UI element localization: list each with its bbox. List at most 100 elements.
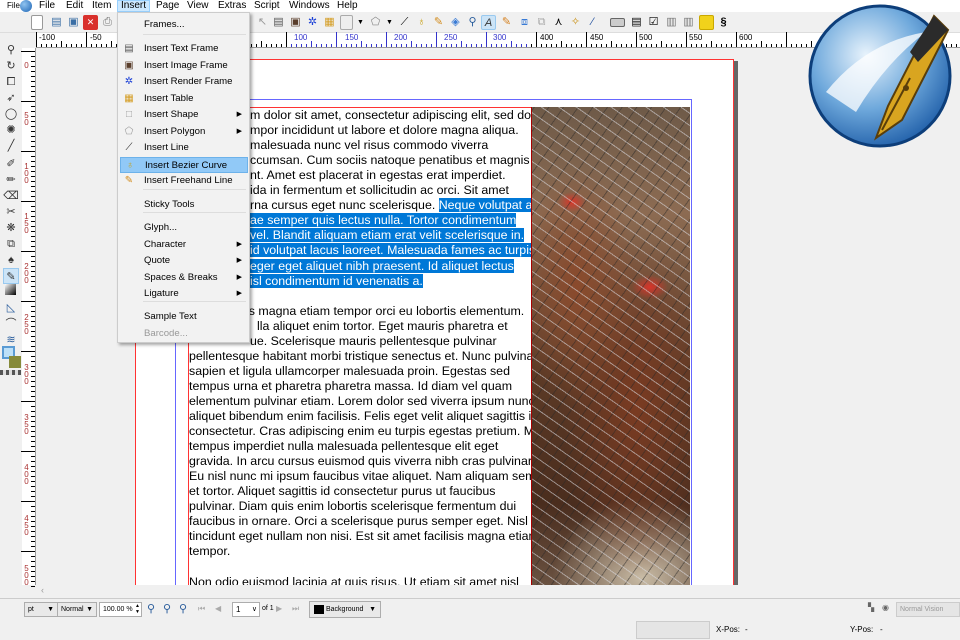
next-page-icon[interactable]: ▶ <box>276 603 282 615</box>
zoom-out-icon[interactable]: ⚲ <box>147 603 155 615</box>
menu-item-spaces-breaks[interactable]: Spaces & Breaks ▶ <box>120 270 248 286</box>
menu-edit[interactable]: Edit <box>63 0 86 12</box>
menu-item-insert-table[interactable]: ▦ Insert Table <box>120 91 248 107</box>
transparency-swatch[interactable] <box>0 370 21 375</box>
menu-insert[interactable]: Insert <box>117 0 150 12</box>
selected-text-run[interactable]: isl condimentum id venenatis a. <box>250 273 423 288</box>
rotate-tool-icon[interactable]: ◈ <box>448 15 463 30</box>
menu-item-ligature[interactable]: Ligature ▶ <box>120 286 248 302</box>
arc-icon[interactable]: ⌒ <box>3 316 19 332</box>
menu-item-insert-text-frame[interactable]: ▤ Insert Text Frame <box>120 41 248 57</box>
rotate-icon[interactable]: ↻ <box>3 58 19 74</box>
calligraphy-icon[interactable]: ✐ <box>3 156 19 172</box>
select-icon[interactable]: ↖ <box>255 15 270 30</box>
chicken-image-frame[interactable] <box>531 107 690 585</box>
zoom-icon[interactable]: ⚲ <box>3 42 19 58</box>
shape-tool-icon[interactable] <box>340 15 353 30</box>
menu-extras[interactable]: Extras <box>215 0 249 12</box>
spiral-icon[interactable]: ✺ <box>3 122 19 138</box>
zoom-input[interactable]: 100.00 % ▲ ▼ <box>99 602 142 617</box>
render-frame-tool-icon[interactable]: ✲ <box>305 15 320 30</box>
shape-dropdown-icon[interactable]: ▼ <box>353 15 368 30</box>
link-frames-icon[interactable]: ⧈ <box>517 15 532 30</box>
freehand-tool-icon[interactable]: ✎ <box>431 15 446 30</box>
menu-item-insert-image-frame[interactable]: ▣ Insert Image Frame <box>120 58 248 74</box>
pen-icon[interactable]: ╱ <box>3 138 19 154</box>
selected-text-run[interactable]: vel. Blandit aliquam etiam erat velit sc… <box>250 228 525 243</box>
bezier-tool-icon[interactable]: ♁ <box>414 15 429 30</box>
menu-help[interactable]: Help <box>334 0 361 12</box>
menu-item[interactable]: Item <box>89 0 114 12</box>
menu-item-sticky-tools[interactable]: Sticky Tools <box>120 197 248 213</box>
pdf-list-box-icon[interactable]: ▥ <box>681 15 696 30</box>
pdf-combo-box-icon[interactable]: ▥ <box>664 15 679 30</box>
menu-windows[interactable]: Windows <box>286 0 333 12</box>
selected-text-run[interactable]: eger eget aliquet nibh praesent. Id aliq… <box>250 258 514 273</box>
menu-file[interactable]: File <box>36 0 58 12</box>
zoom-100-icon[interactable]: ⚲ <box>163 603 171 615</box>
menu-item-glyph[interactable]: Glyph... <box>120 220 248 236</box>
zoom-in-icon[interactable]: ⚲ <box>179 603 187 615</box>
preview-mode-select[interactable]: Normal ▼ <box>57 602 97 617</box>
gradient-icon[interactable] <box>5 284 16 295</box>
first-page-icon[interactable]: ⏮ <box>198 603 205 615</box>
menu-view[interactable]: View <box>184 0 212 12</box>
layer-select[interactable]: Background ▼ <box>309 601 381 618</box>
zoom-tool-icon[interactable]: ⚲ <box>465 15 480 30</box>
scissors-icon[interactable]: ✂ <box>3 204 19 220</box>
menu-item-quote[interactable]: Quote ▶ <box>120 253 248 269</box>
selected-text-run[interactable]: Neque volutpat ac <box>438 198 539 213</box>
menu-page[interactable]: Page <box>153 0 182 12</box>
unit-select[interactable]: pt ▼ <box>24 602 58 617</box>
menu-item-sample-text[interactable]: Sample Text <box>120 309 248 325</box>
eyedropper-icon[interactable]: ⁄ <box>585 15 600 30</box>
blur-icon[interactable]: ❋ <box>3 220 19 236</box>
crop-icon[interactable]: ⧠ <box>3 74 19 90</box>
node-edit-icon[interactable]: ➶ <box>3 90 19 106</box>
close-document-icon[interactable]: ✕ <box>83 15 98 30</box>
frames-icon[interactable]: ⧉ <box>3 236 19 252</box>
previous-page-icon[interactable]: ◀ <box>215 603 221 615</box>
pdf-checkbox-icon[interactable]: ☑ <box>646 15 661 30</box>
link-annotation-icon[interactable]: § <box>716 15 731 30</box>
selected-text-run[interactable]: id volutpat lacus laoreet. Malesuada fam… <box>250 243 536 258</box>
vision-icon[interactable]: ◉ <box>882 602 889 614</box>
menu-item-frames[interactable]: Frames... <box>120 17 248 33</box>
lasso-icon[interactable]: ◯ <box>3 106 19 122</box>
fill-icon[interactable]: ♠ <box>3 252 19 268</box>
vertical-ruler[interactable]: 0 50 100 150 200 250 300 350 400 450 500 <box>21 48 36 587</box>
text-annotation-icon[interactable] <box>699 15 714 30</box>
image-frame-tool-icon[interactable]: ▣ <box>288 15 303 30</box>
selected-text-run[interactable]: ae semper quis lectus nulla. Tortor cond… <box>250 213 517 228</box>
vision-select[interactable]: Normal Vision <box>896 602 960 617</box>
color-management-icon[interactable]: ▚ <box>868 602 874 614</box>
menu-item-insert-render-frame[interactable]: ✲ Insert Render Frame <box>120 74 248 90</box>
page-select[interactable]: 1 ∨ <box>232 602 260 617</box>
menu-item-insert-freehand-line[interactable]: ✎ Insert Freehand Line <box>120 173 248 189</box>
menu-item-character[interactable]: Character ▶ <box>120 237 248 253</box>
copy-properties-icon[interactable]: ✧ <box>568 15 583 30</box>
table-tool-icon[interactable]: ▦ <box>322 15 337 30</box>
polygon-dropdown-icon[interactable]: ▼ <box>382 15 397 30</box>
edit-contents-icon[interactable]: A <box>481 15 496 30</box>
pdf-text-field-icon[interactable]: ▤ <box>629 15 644 30</box>
brush-icon[interactable]: ✏ <box>3 172 19 188</box>
print-icon[interactable]: ⎙ <box>100 15 115 30</box>
menu-item-insert-line[interactable]: ⟋ Insert Line <box>120 140 248 156</box>
menu-item-insert-shape[interactable]: □ Insert Shape ▶ <box>120 107 248 123</box>
fill-color-swatch[interactable] <box>9 356 21 368</box>
menu-script[interactable]: Script <box>251 0 283 12</box>
last-page-icon[interactable]: ⏭ <box>292 603 299 615</box>
pdf-push-button-icon[interactable] <box>610 18 625 27</box>
edit-gradient-icon[interactable]: ✎ <box>3 268 19 284</box>
measure-angle-icon[interactable]: ◺ <box>3 300 19 316</box>
horizontal-scrollbar[interactable]: ‹ <box>37 585 960 598</box>
open-icon[interactable]: ▤ <box>49 15 64 30</box>
text-frame-tool-icon[interactable]: ▤ <box>271 15 286 30</box>
new-document-icon[interactable] <box>31 15 43 30</box>
menu-item-insert-bezier-curve[interactable]: ♁ Insert Bezier Curve <box>120 157 248 173</box>
unlink-frames-icon[interactable]: ⧉ <box>534 15 549 30</box>
edit-text-icon[interactable]: ✎ <box>499 15 514 30</box>
eraser-icon[interactable]: ⌫ <box>3 188 19 204</box>
measure-icon[interactable]: ⋏ <box>551 15 566 30</box>
